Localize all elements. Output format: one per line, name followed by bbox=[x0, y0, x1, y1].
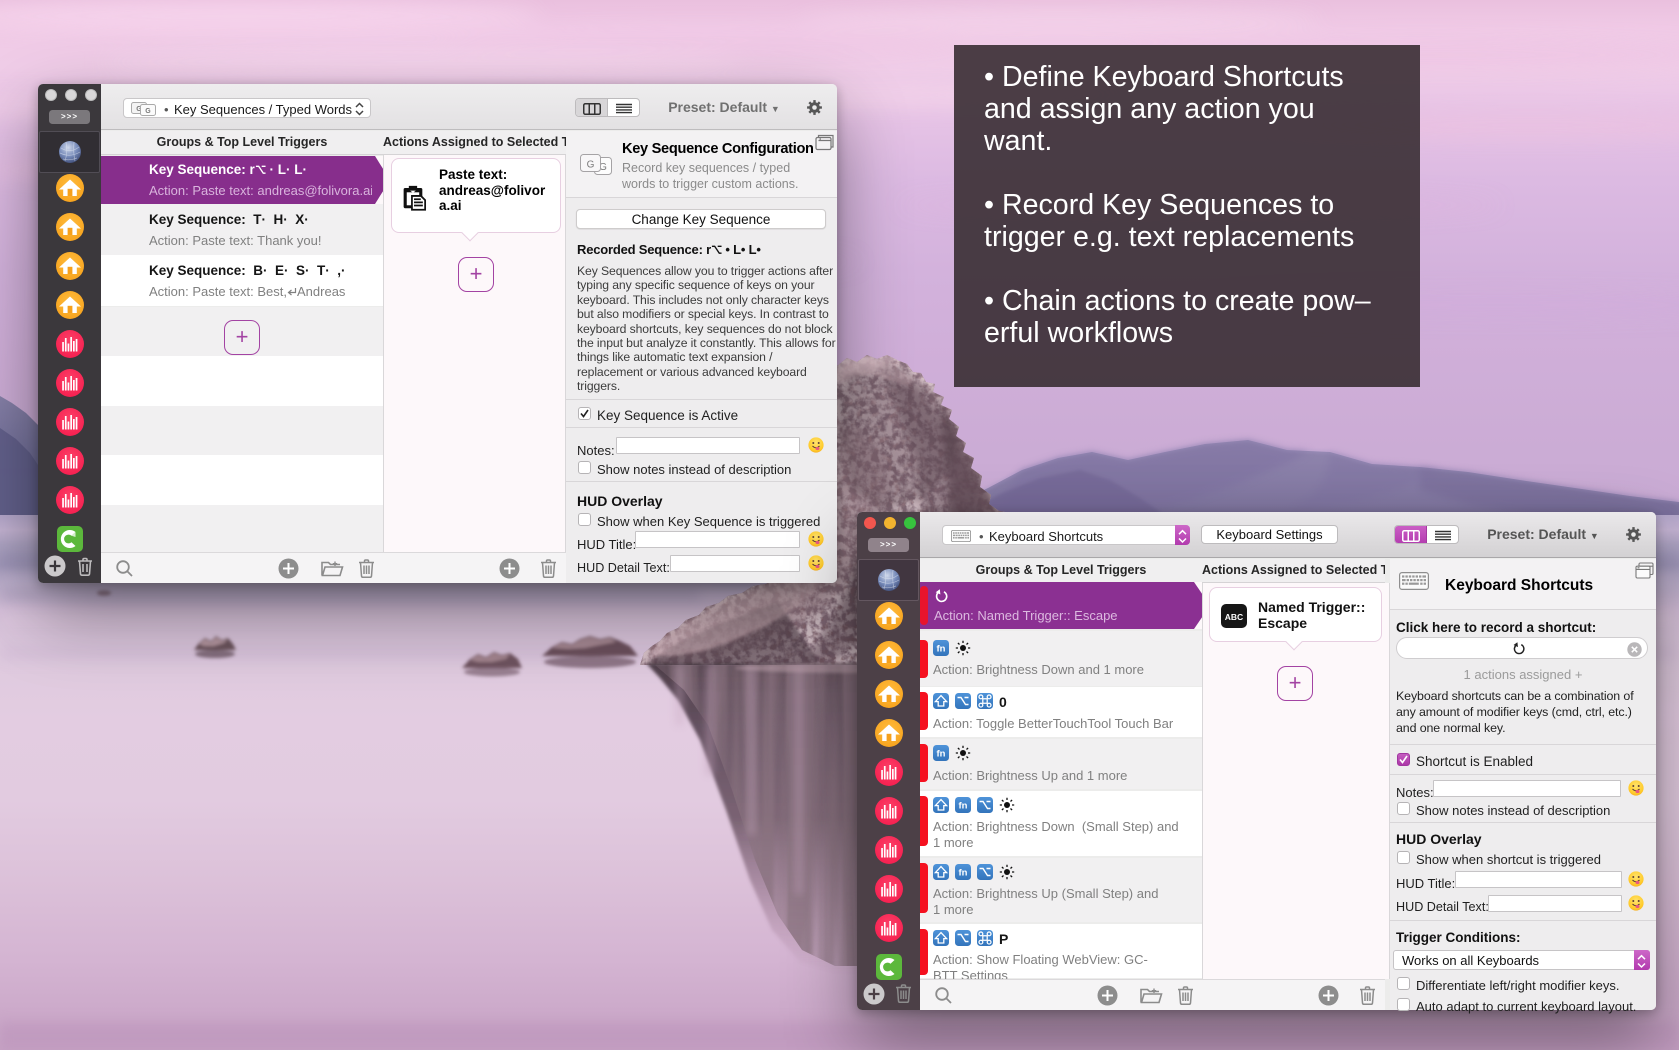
svg-text:G: G bbox=[145, 108, 151, 115]
svg-text:G: G bbox=[587, 160, 595, 171]
svg-text:ABC: ABC bbox=[1225, 612, 1243, 622]
